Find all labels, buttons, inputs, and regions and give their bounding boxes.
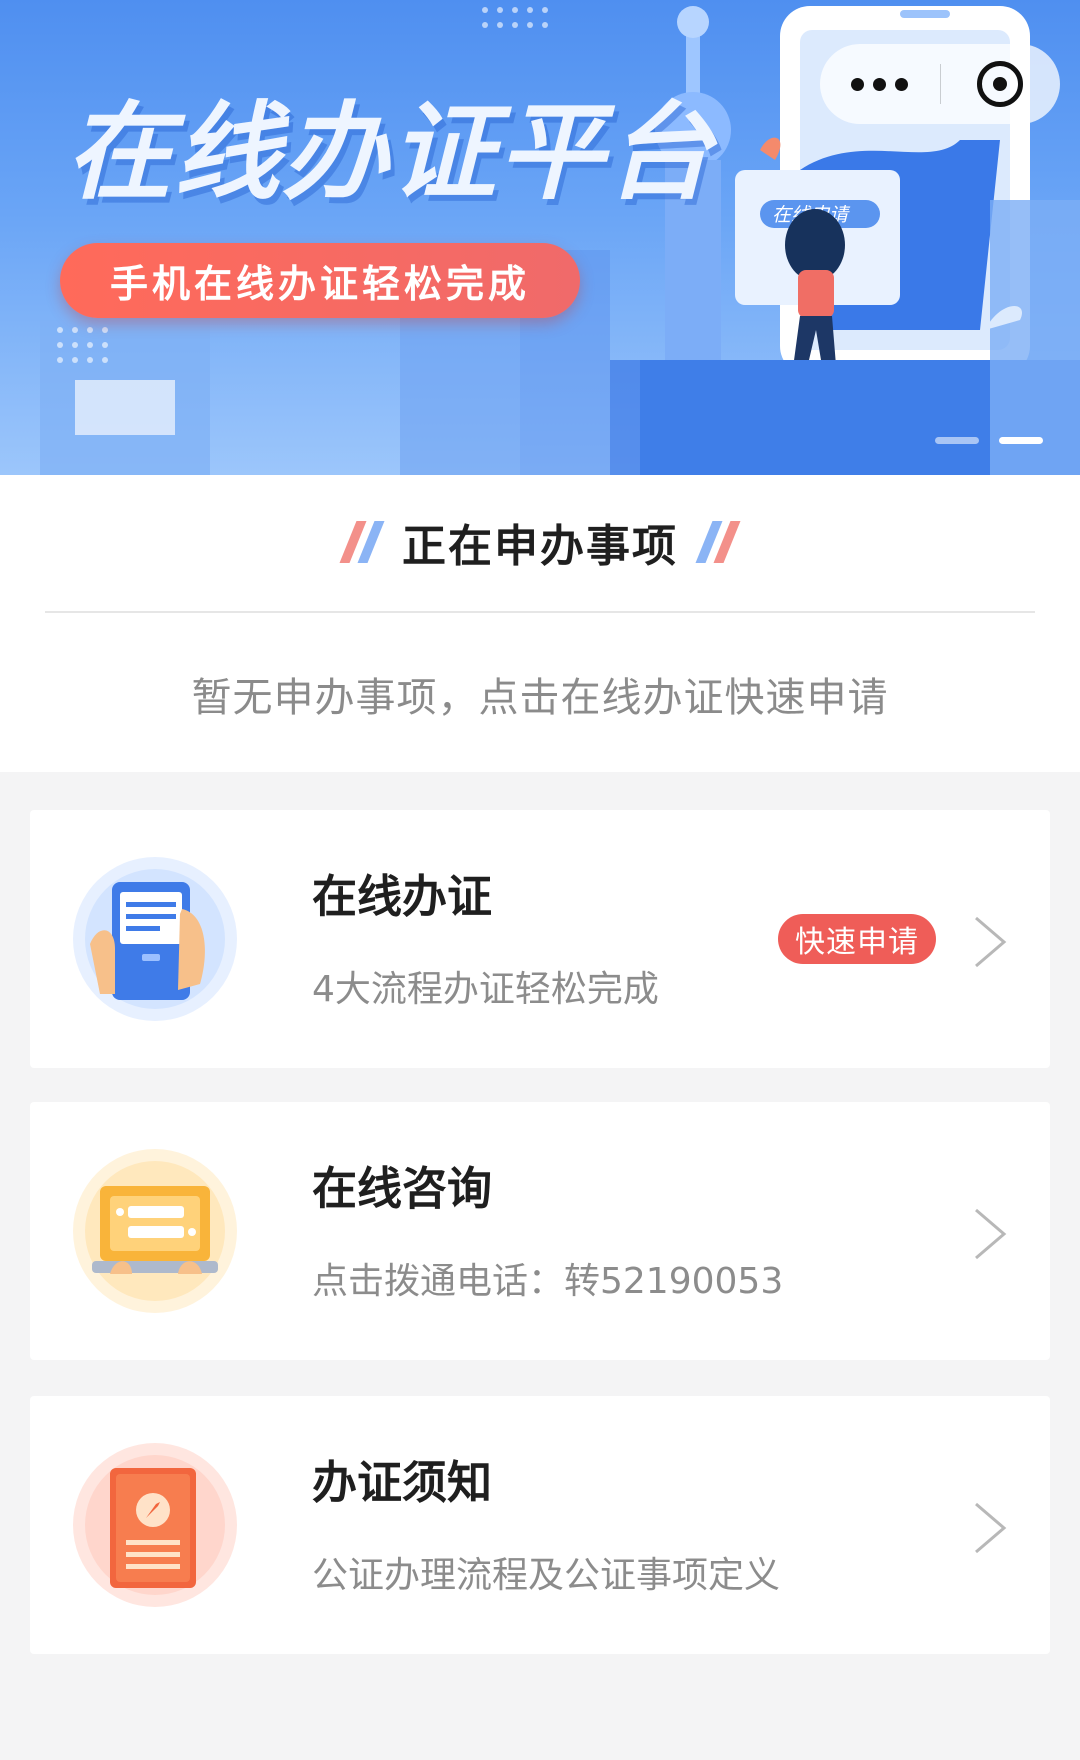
card-title: 在线咨询 — [312, 1162, 493, 1215]
miniprogram-capsule — [820, 44, 1060, 124]
chevron-right-icon — [975, 1208, 1007, 1260]
section-header: 正在申办事项 — [0, 507, 1080, 577]
carousel-dot[interactable] — [935, 437, 979, 444]
slash-decoration-left — [339, 521, 385, 563]
chevron-right-icon — [975, 1502, 1007, 1554]
carousel-dot-active[interactable] — [999, 437, 1043, 444]
more-dots-icon[interactable] — [820, 44, 940, 124]
laptop-chat-icon — [73, 1149, 237, 1313]
certificate-notice-card[interactable]: 办证须知 公证办理流程及公证事项定义 — [30, 1396, 1050, 1654]
banner-title: 在线办证平台 — [66, 91, 714, 214]
card-subtitle[interactable]: 点击拨通电话：转52190053 — [312, 1252, 783, 1304]
card-title: 办证须知 — [312, 1456, 493, 1509]
card-subtitle: 4大流程办证轻松完成 — [312, 969, 659, 1010]
target-close-icon[interactable] — [941, 44, 1061, 124]
banner-carousel[interactable]: 在线申请 在线办证平台 手机在线办证轻松完成 — [0, 0, 1080, 475]
section-title: 正在申办事项 — [402, 521, 678, 572]
slash-decoration-right — [695, 521, 741, 563]
card-subtitle: 公证办理流程及公证事项定义 — [312, 1555, 781, 1596]
online-certificate-card[interactable]: 在线办证 4大流程办证轻松完成 快速申请 — [30, 810, 1050, 1068]
quick-apply-badge[interactable]: 快速申请 — [778, 914, 936, 964]
current-items-section: 正在申办事项 暂无申办事项，点击在线办证快速申请 — [0, 475, 1080, 772]
online-consultation-card[interactable]: 在线咨询 点击拨通电话：转52190053 — [30, 1102, 1050, 1360]
phone-hand-icon — [73, 857, 237, 1021]
carousel-indicator — [935, 437, 1043, 444]
chevron-right-icon — [975, 916, 1007, 968]
card-title: 在线办证 — [312, 870, 493, 923]
empty-state-message[interactable]: 暂无申办事项，点击在线办证快速申请 — [0, 665, 1080, 723]
divider — [45, 611, 1035, 613]
document-compass-icon — [73, 1443, 237, 1607]
banner-slogan: 手机在线办证轻松完成 — [60, 243, 580, 318]
